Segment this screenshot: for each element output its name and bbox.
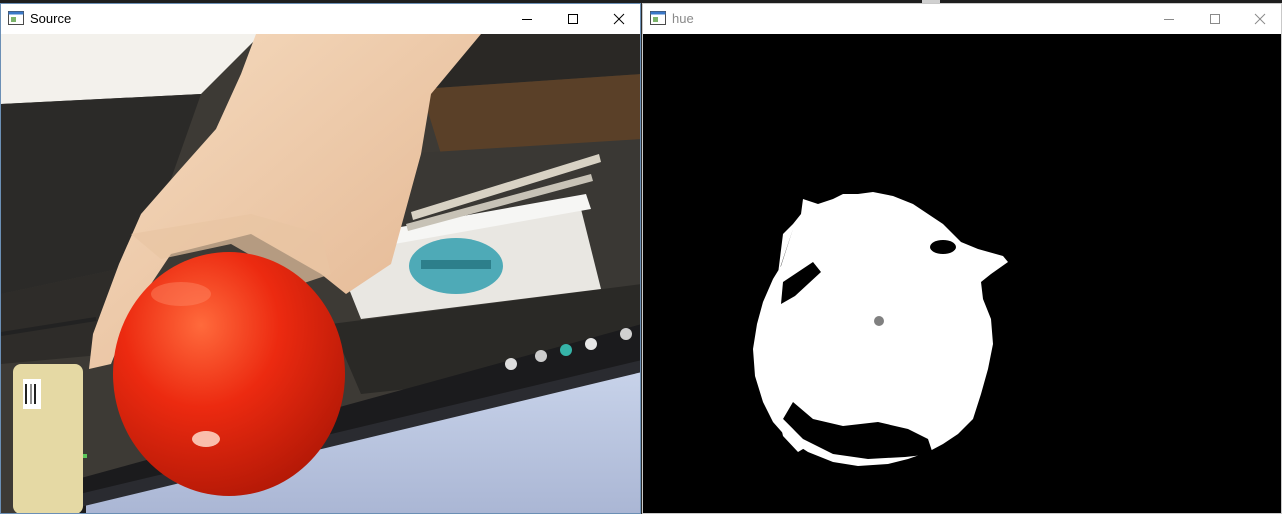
hue-window[interactable]: hue <box>642 3 1282 514</box>
minimize-icon <box>1164 19 1174 20</box>
window-app-icon <box>8 11 24 25</box>
hue-titlebar[interactable]: hue <box>643 4 1281 34</box>
centroid-marker <box>874 316 884 326</box>
source-close-button[interactable] <box>596 4 640 34</box>
window-app-icon <box>650 11 666 25</box>
maximize-icon <box>1210 14 1220 24</box>
hue-maximize-button[interactable] <box>1192 4 1238 34</box>
hue-mask-view <box>643 34 1281 513</box>
source-camera-view <box>1 34 640 513</box>
minimize-icon <box>522 19 532 20</box>
close-icon <box>613 13 625 25</box>
close-icon <box>1254 13 1266 25</box>
source-camera-frame <box>1 34 640 513</box>
hue-window-title: hue <box>672 11 694 26</box>
maximize-icon <box>568 14 578 24</box>
hue-close-button[interactable] <box>1237 4 1281 34</box>
source-window[interactable]: Source <box>0 3 641 514</box>
source-titlebar[interactable]: Source <box>1 4 640 34</box>
hue-minimize-button[interactable] <box>1146 4 1192 34</box>
hue-mask-frame <box>643 34 1281 513</box>
source-minimize-button[interactable] <box>504 4 550 34</box>
source-maximize-button[interactable] <box>550 4 596 34</box>
source-window-title: Source <box>30 11 72 26</box>
